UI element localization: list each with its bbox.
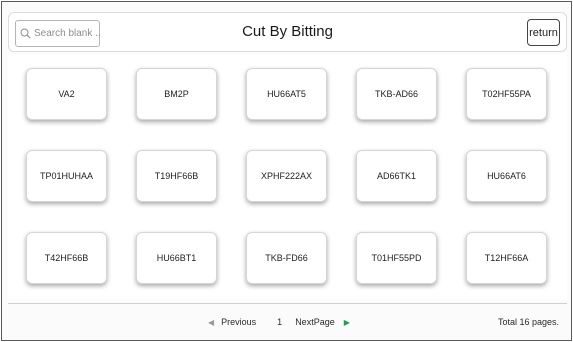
key-button[interactable]: T19HF66B: [136, 150, 217, 202]
app-window: Cut By Bitting return VA2 BM2P HU66AT5 T…: [1, 1, 572, 341]
key-button[interactable]: XPHF222AX: [246, 150, 327, 202]
pagination-bar: ◀ Previous 1 NextPage ▶ Total 16 pages.: [8, 303, 567, 339]
key-button[interactable]: T02HF55PA: [466, 68, 547, 120]
key-button[interactable]: T01HF55PD: [356, 232, 437, 284]
key-button[interactable]: HU66AT6: [466, 150, 547, 202]
key-button[interactable]: T12HF66A: [466, 232, 547, 284]
current-page-number: 1: [277, 317, 283, 327]
key-grid: VA2 BM2P HU66AT5 TKB-AD66 T02HF55PA TP01…: [26, 68, 547, 284]
total-pages-text: Total 16 pages.: [497, 317, 559, 327]
previous-label: Previous: [221, 317, 257, 327]
previous-button[interactable]: ◀ Previous: [208, 317, 256, 327]
key-button[interactable]: T42HF66B: [26, 232, 107, 284]
search-box[interactable]: [15, 20, 100, 47]
key-button[interactable]: TKB-FD66: [246, 232, 327, 284]
pager: ◀ Previous 1 NextPage ▶: [208, 304, 350, 340]
search-icon: [20, 28, 31, 39]
key-button[interactable]: TP01HUHAA: [26, 150, 107, 202]
key-button[interactable]: HU66BT1: [136, 232, 217, 284]
key-button[interactable]: HU66AT5: [246, 68, 327, 120]
next-page-label: NextPage: [295, 317, 335, 327]
key-button[interactable]: BM2P: [136, 68, 217, 120]
search-input[interactable]: [34, 28, 100, 39]
caret-left-icon: ◀: [208, 317, 215, 327]
next-page-button[interactable]: NextPage ▶: [295, 317, 350, 327]
key-button[interactable]: AD66TK1: [356, 150, 437, 202]
return-button[interactable]: return: [527, 19, 560, 46]
key-button[interactable]: VA2: [26, 68, 107, 120]
key-button[interactable]: TKB-AD66: [356, 68, 437, 120]
caret-right-icon: ▶: [343, 317, 350, 327]
key-grid-panel: VA2 BM2P HU66AT5 TKB-AD66 T02HF55PA TP01…: [8, 54, 567, 299]
header-bar: Cut By Bitting return: [8, 12, 567, 52]
